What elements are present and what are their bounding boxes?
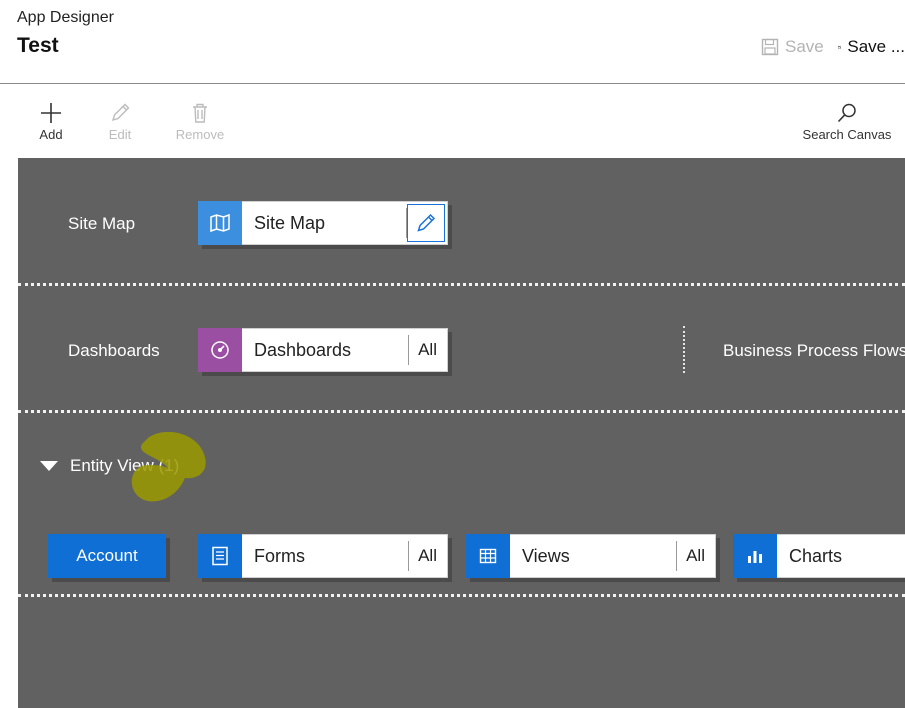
business-process-flows-label: Business Process Flows: [723, 341, 905, 360]
views-tile[interactable]: Views All: [466, 533, 716, 578]
edit-button[interactable]: Edit: [104, 102, 136, 142]
entity-view-label: Entity View (1): [70, 456, 180, 475]
save-label: Save: [785, 37, 824, 56]
app-canvas: Site Map Site Map Dashboards Dashboards: [18, 158, 905, 708]
pencil-icon: [111, 103, 130, 122]
map-icon: [198, 200, 242, 245]
site-map-tile-label: Site Map: [254, 212, 326, 233]
grid-view-icon: [466, 533, 510, 578]
app-name: App Designer: [17, 9, 114, 26]
save-as-label: Save ...: [847, 37, 905, 56]
dashboards-all-link[interactable]: All: [409, 340, 447, 360]
form-icon: [198, 533, 242, 578]
pencil-icon: [417, 213, 436, 232]
caret-down-icon: [40, 461, 58, 471]
page-title: Test: [17, 34, 59, 57]
add-button[interactable]: Add: [36, 102, 66, 142]
site-map-row-label: Site Map: [68, 214, 136, 233]
search-icon: [837, 103, 856, 123]
plus-icon: [41, 103, 61, 123]
site-map-edit-button[interactable]: [407, 204, 445, 242]
save-icon: [761, 38, 779, 56]
search-canvas-label: Search Canvas: [802, 127, 892, 142]
search-canvas-button[interactable]: Search Canvas: [798, 102, 896, 142]
charts-tile[interactable]: Charts: [733, 533, 905, 578]
edit-label: Edit: [108, 127, 132, 142]
section-divider: [18, 410, 905, 413]
trash-icon: [193, 103, 207, 123]
forms-tile-label: Forms: [254, 545, 305, 566]
remove-label: Remove: [175, 127, 225, 142]
dashboards-tile[interactable]: Dashboards All: [198, 327, 448, 372]
app-header: App Designer Test Save Save ...: [0, 0, 905, 84]
add-label: Add: [39, 127, 63, 142]
section-divider: [18, 594, 905, 597]
dashboard-gauge-icon: [198, 327, 242, 372]
save-as-icon: [838, 45, 842, 49]
account-entity-button[interactable]: Account: [48, 534, 166, 578]
charts-tile-label: Charts: [789, 545, 843, 566]
forms-tile[interactable]: Forms All: [198, 533, 448, 578]
views-tile-label: Views: [522, 545, 570, 566]
section-divider: [18, 283, 905, 286]
forms-all-link[interactable]: All: [409, 546, 447, 566]
bar-chart-icon: [733, 533, 777, 578]
save-button[interactable]: Save: [761, 36, 824, 58]
toolbar: Add Edit Remove Search Canvas: [0, 84, 905, 158]
remove-button[interactable]: Remove: [172, 102, 228, 142]
views-all-link[interactable]: All: [677, 546, 715, 566]
column-divider: [683, 326, 685, 373]
save-as-button[interactable]: Save ...: [838, 36, 905, 58]
site-map-tile[interactable]: Site Map: [198, 200, 448, 245]
dashboards-tile-label: Dashboards: [254, 339, 352, 360]
entity-view-toggle[interactable]: Entity View (1): [40, 456, 179, 476]
dashboards-row-label: Dashboards: [68, 341, 160, 360]
